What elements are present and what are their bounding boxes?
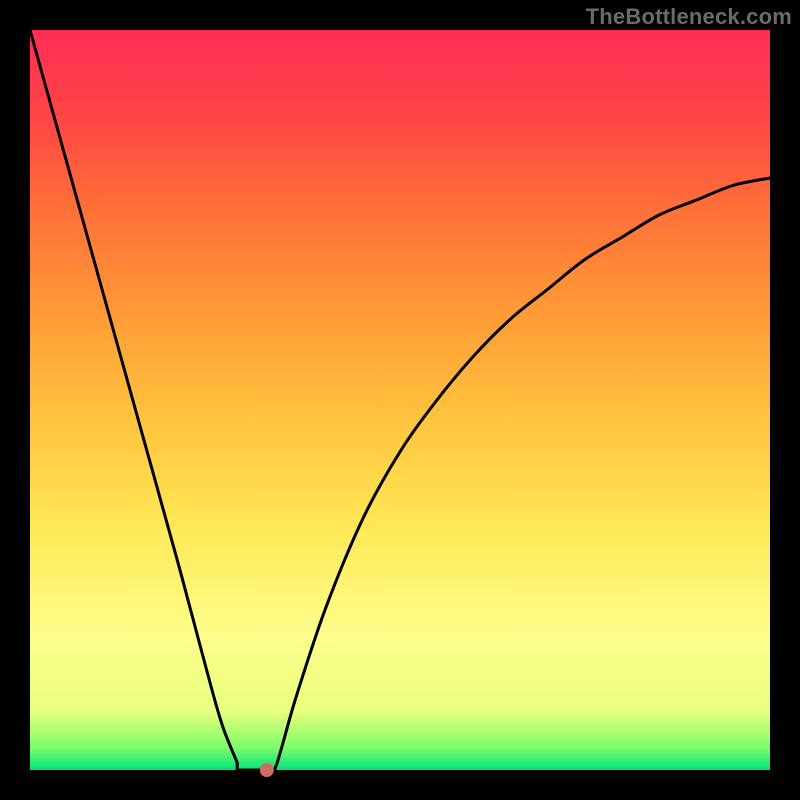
watermark-text: TheBottleneck.com <box>586 4 792 30</box>
plot-area <box>30 30 770 770</box>
bottleneck-curve <box>30 30 770 772</box>
curve-layer <box>30 30 770 770</box>
min-marker <box>260 763 274 777</box>
chart-frame: TheBottleneck.com <box>0 0 800 800</box>
